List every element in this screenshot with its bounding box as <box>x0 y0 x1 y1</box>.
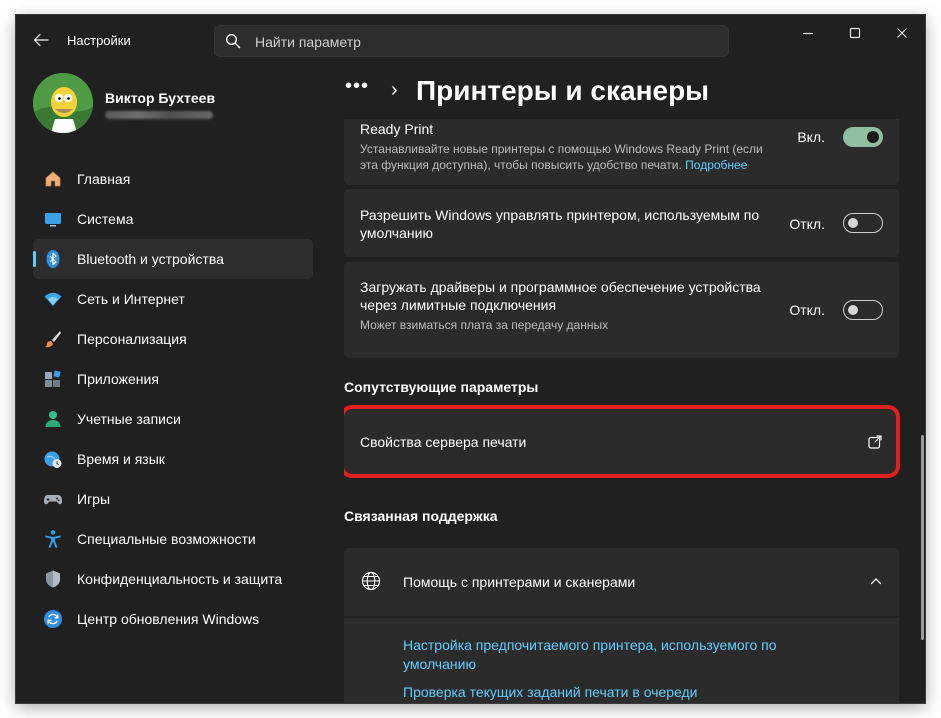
update-icon <box>43 609 63 629</box>
breadcrumb-overflow-button[interactable]: ••• <box>345 75 369 98</box>
scrollbar-thumb[interactable] <box>921 435 924 640</box>
related-settings-heading: Сопутствующие параметры <box>344 379 539 395</box>
sidebar-item-network[interactable]: Сеть и Интернет <box>33 279 313 319</box>
link-default-printer-setup-line2[interactable]: умолчанию <box>403 655 476 674</box>
sidebar-item-label: Учетные записи <box>77 411 181 427</box>
sidebar-item-label: Время и язык <box>77 451 165 467</box>
link-default-printer-setup-line1[interactable]: Настройка предпочитаемого принтера, испо… <box>403 636 777 655</box>
learn-more-link[interactable]: Подробнее <box>685 158 747 172</box>
globe-icon <box>360 570 382 592</box>
sidebar-item-accounts[interactable]: Учетные записи <box>33 399 313 439</box>
person-icon <box>43 409 63 429</box>
sidebar-item-bluetooth[interactable]: Bluetooth и устройства <box>33 239 313 279</box>
default-printer-toggle-label: Откл. <box>789 216 825 232</box>
sidebar-item-label: Сеть и Интернет <box>77 291 185 307</box>
sidebar-item-label: Главная <box>77 171 131 187</box>
settings-window: Настройки Найти параметр Виктор Бухтеев … <box>16 15 925 703</box>
help-printers-links-panel: Настройка предпочитаемого принтера, испо… <box>344 618 899 703</box>
settings-content: Ready Print Устанавливайте новые принтер… <box>344 119 900 703</box>
search-placeholder: Найти параметр <box>255 34 361 50</box>
toggle-knob <box>848 218 858 228</box>
search-input[interactable]: Найти параметр <box>214 25 729 57</box>
default-printer-card: Разрешить Windows управлять принтером, и… <box>344 189 899 257</box>
open-external-icon <box>867 434 883 450</box>
sidebar-item-time-language[interactable]: Время и язык <box>33 439 313 479</box>
close-icon[interactable] <box>892 23 912 43</box>
sidebar-nav: Главная Система Bluetooth и устройства С… <box>33 159 313 639</box>
sidebar-item-accessibility[interactable]: Специальные возможности <box>33 519 313 559</box>
chevron-right-icon: › <box>391 79 398 101</box>
sidebar-item-windows-update[interactable]: Центр обновления Windows <box>33 599 313 639</box>
sidebar-item-label: Центр обновления Windows <box>77 611 260 627</box>
brush-icon <box>43 329 63 349</box>
chevron-up-icon[interactable] <box>869 574 883 588</box>
wifi-icon <box>43 289 63 309</box>
monitor-icon <box>43 209 63 229</box>
print-server-properties-link[interactable]: Свойства сервера печати <box>344 409 899 475</box>
link-print-queue[interactable]: Проверка текущих заданий печати в очеред… <box>403 683 698 702</box>
metered-toggle[interactable] <box>843 300 883 320</box>
help-printers-expander[interactable]: Помощь с принтерами и сканерами <box>344 548 899 616</box>
page-title: Принтеры и сканеры <box>416 75 710 106</box>
sidebar-item-label: Приложения <box>77 371 159 387</box>
title-bar: Настройки Найти параметр <box>16 15 925 67</box>
metered-title-line1: Загружать драйверы и программное обеспеч… <box>360 279 761 295</box>
help-printers-title: Помощь с принтерами и сканерами <box>403 574 636 590</box>
shield-icon <box>43 569 63 589</box>
minimize-icon[interactable] <box>798 23 818 43</box>
accessibility-icon <box>43 529 63 549</box>
sidebar-item-label: Конфиденциальность и защита <box>77 571 283 587</box>
metered-download-card: Загружать драйверы и программное обеспеч… <box>344 262 899 358</box>
sidebar-item-label: Игры <box>77 491 111 507</box>
sidebar-item-system[interactable]: Система <box>33 199 313 239</box>
ready-print-toggle[interactable] <box>843 127 883 147</box>
default-printer-toggle[interactable] <box>843 213 883 233</box>
sidebar-item-privacy[interactable]: Конфиденциальность и защита <box>33 559 313 599</box>
search-icon <box>225 33 241 49</box>
app-title: Настройки <box>67 33 131 48</box>
metered-desc: Может взиматься плата за передачу данных <box>360 318 609 332</box>
ready-print-card: Ready Print Устанавливайте новые принтер… <box>344 119 899 185</box>
sidebar-item-label: Специальные возможности <box>77 531 256 547</box>
ready-print-desc-line1: Устанавливайте новые принтеры с помощью … <box>360 142 763 156</box>
avatar[interactable] <box>33 73 93 133</box>
metered-toggle-label: Откл. <box>789 302 825 318</box>
related-support-heading: Связанная поддержка <box>344 508 498 524</box>
maximize-icon[interactable] <box>845 23 865 43</box>
sidebar-item-gaming[interactable]: Игры <box>33 479 313 519</box>
ready-print-desc-line2: эта функция доступна), чтобы повысить уд… <box>360 158 748 172</box>
profile-name: Виктор Бухтеев <box>105 90 216 106</box>
metered-title-line2: через лимитные подключения <box>360 297 557 313</box>
sidebar-item-personalization[interactable]: Персонализация <box>33 319 313 359</box>
sidebar-item-label: Bluetooth и устройства <box>77 251 224 267</box>
globe-clock-icon <box>43 449 63 469</box>
default-printer-title-line1: Разрешить Windows управлять принтером, и… <box>360 207 760 223</box>
toggle-knob <box>867 131 879 143</box>
print-server-label: Свойства сервера печати <box>360 434 527 450</box>
ready-print-title: Ready Print <box>360 121 434 137</box>
default-printer-title-line2: умолчанию <box>360 225 433 241</box>
sidebar-item-label: Система <box>77 211 134 227</box>
gamepad-icon <box>43 489 63 509</box>
home-icon <box>43 169 63 189</box>
sidebar-item-home[interactable]: Главная <box>33 159 313 199</box>
profile-email-redacted <box>105 111 213 121</box>
ready-print-toggle-label: Вкл. <box>797 129 825 145</box>
sidebar-item-label: Персонализация <box>77 331 187 347</box>
bluetooth-icon <box>43 249 63 269</box>
apps-icon <box>43 369 63 389</box>
back-arrow-icon[interactable] <box>30 29 52 51</box>
sidebar-item-apps[interactable]: Приложения <box>33 359 313 399</box>
toggle-knob <box>848 305 858 315</box>
